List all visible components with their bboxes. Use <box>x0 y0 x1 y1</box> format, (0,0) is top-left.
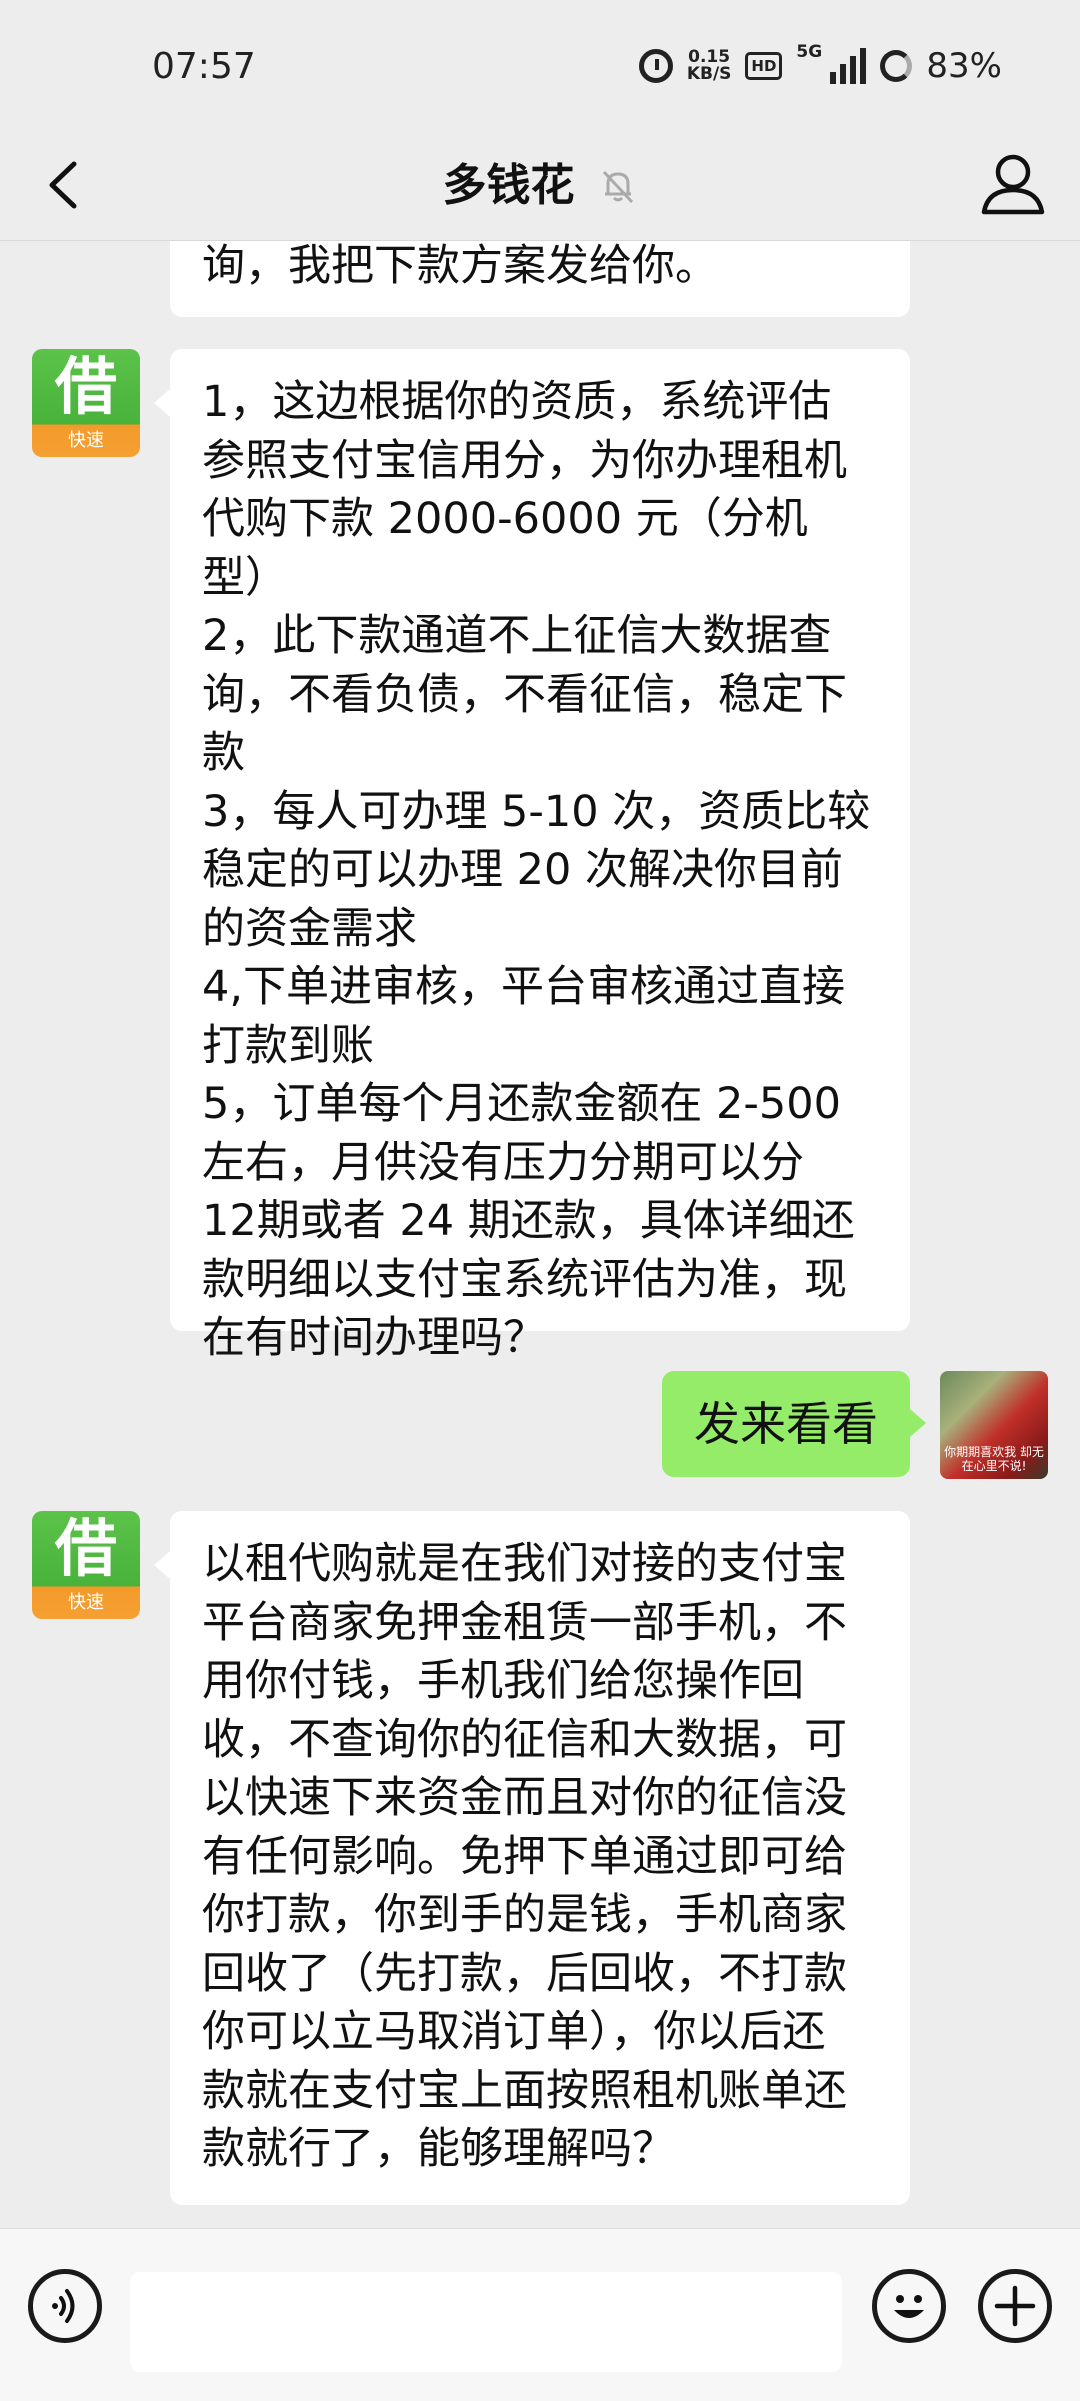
my-avatar[interactable]: 你期期喜欢我 却无在心里不说! <box>940 1371 1048 1479</box>
message-bubble-contact[interactable]: 以租代购就是在我们对接的支付宝 平台商家免押金租赁一部手机，不 用你付钱，手机我… <box>154 1511 910 2205</box>
battery-level: 83% <box>926 46 1002 86</box>
status-icons: 0.15 KB/S HD 5G 83% <box>638 42 1002 86</box>
message-bubble-contact[interactable]: 询，我把下款方案发给你。 <box>170 241 910 317</box>
mute-bell-icon <box>602 170 633 203</box>
emoji-button[interactable] <box>872 2269 946 2343</box>
chat-title: 多钱花 <box>442 159 575 211</box>
net-speed-unit: KB/S <box>686 64 732 84</box>
status-time: 07:57 <box>152 46 256 87</box>
contact-avatar-sub: 快速 <box>68 430 104 451</box>
message-input[interactable] <box>130 2272 842 2372</box>
contact-avatar-char: 借 <box>54 1512 117 1585</box>
plus-button[interactable] <box>978 2269 1052 2343</box>
contact-avatar[interactable]: 借 快速 <box>32 1511 140 1619</box>
message-bubble-contact[interactable]: 1，这边根据你的资质，系统评估 参照支付宝信用分，为你办理租机 代购下款 200… <box>154 349 910 1363</box>
battery-icon <box>880 50 913 82</box>
message-list[interactable]: 询，我把下款方案发给你。 借 快速 1，这边根据你的资质，系统评估 参照支付宝信… <box>0 241 1080 2228</box>
input-bar <box>0 2228 1080 2401</box>
emoji-icon <box>894 2295 924 2318</box>
message-bubble-me[interactable]: 发来看看 <box>662 1371 926 1477</box>
alarm-icon <box>638 49 673 83</box>
contact-avatar[interactable]: 借 快速 <box>32 349 140 457</box>
title-wrap: 多钱花 <box>0 150 1080 220</box>
my-avatar-caption: 你期期喜欢我 却无在心里不说! <box>944 1445 1044 1473</box>
profile-icon <box>981 154 1045 215</box>
profile-button[interactable] <box>974 146 1052 224</box>
chat-header: 多钱花 <box>0 130 1080 241</box>
voice-button[interactable] <box>28 2269 102 2343</box>
hd-badge: HD <box>745 52 783 80</box>
contact-avatar-sub: 快速 <box>68 1592 104 1613</box>
contact-avatar-char: 借 <box>54 350 117 423</box>
network-type: 5G <box>796 42 823 62</box>
plus-icon <box>994 2285 1036 2327</box>
voice-icon <box>52 2289 75 2323</box>
status-bar: 07:57 0.15 KB/S HD 5G 83% <box>0 0 1080 130</box>
signal-icon: 5G <box>796 42 867 84</box>
net-speed: 0.15 KB/S <box>687 49 732 83</box>
